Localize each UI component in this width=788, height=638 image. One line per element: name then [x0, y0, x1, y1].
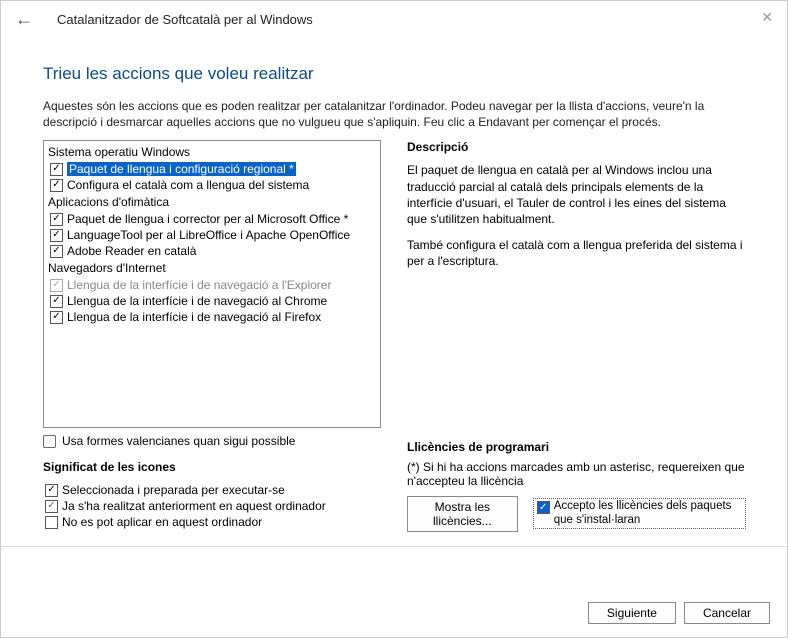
description-title: Descripció	[407, 140, 745, 154]
legend-item-done: Ja s'ha realitzat anteriorment en aquest…	[62, 499, 326, 513]
checkbox-icon[interactable]	[50, 311, 63, 324]
action-item-firefox[interactable]: Llengua de la interfície i de navegació …	[48, 309, 376, 325]
action-item-explorer: Llengua de la interfície i de navegació …	[48, 277, 376, 293]
checkbox-icon[interactable]	[43, 435, 56, 448]
action-item-adobe-reader[interactable]: Adobe Reader en català	[48, 243, 376, 259]
action-item-lang-pack[interactable]: Paquet de llengua i configuració regiona…	[48, 161, 376, 177]
action-item-config-catalan[interactable]: Configura el català com a llengua del si…	[48, 177, 376, 193]
checkbox-icon[interactable]	[50, 213, 63, 226]
description-text: El paquet de llengua en català per al Wi…	[407, 162, 745, 269]
legend-item-na: No es pot aplicar en aquest ordinador	[62, 515, 262, 529]
checkbox-icon	[45, 500, 58, 513]
action-item-languagetool[interactable]: LanguageTool per al LibreOffice i Apache…	[48, 227, 376, 243]
checkbox-icon[interactable]	[50, 295, 63, 308]
group-browsers-label: Navegadors d'Internet	[48, 259, 376, 277]
checkbox-icon	[45, 516, 58, 529]
legend-title: Significat de les icones	[43, 460, 381, 474]
cancel-button[interactable]: Cancelar	[684, 602, 770, 624]
back-button[interactable]: ←	[15, 9, 33, 30]
checkbox-icon[interactable]	[537, 501, 550, 514]
action-item-msoffice[interactable]: Paquet de llengua i corrector per al Mic…	[48, 211, 376, 227]
accept-licenses-checkbox[interactable]: Accepto les llicències dels paquets que …	[534, 499, 745, 527]
licenses-note: (*) Si hi ha accions marcades amb un ast…	[407, 460, 745, 488]
checkbox-icon	[50, 279, 63, 292]
licenses-title: Llicències de programari	[407, 440, 745, 454]
checkbox-icon	[45, 484, 58, 497]
separator	[1, 546, 787, 547]
window-title: Catalanitzador de Softcatalà per al Wind…	[57, 12, 313, 27]
actions-list[interactable]: Sistema operatiu Windows Paquet de lleng…	[43, 140, 381, 428]
checkbox-icon[interactable]	[50, 163, 63, 176]
legend-item-ready: Seleccionada i preparada per executar-se	[62, 483, 285, 497]
intro-text: Aquestes són les accions que es poden re…	[43, 98, 745, 130]
checkbox-icon[interactable]	[50, 245, 63, 258]
valencian-label: Usa formes valencianes quan sigui possib…	[62, 434, 295, 448]
page-heading: Trieu les accions que voleu realitzar	[43, 64, 745, 84]
checkbox-icon[interactable]	[50, 229, 63, 242]
action-item-chrome[interactable]: Llengua de la interfície i de navegació …	[48, 293, 376, 309]
group-office-label: Aplicacions d'ofimàtica	[48, 193, 376, 211]
next-button[interactable]: Siguiente	[588, 602, 676, 624]
close-icon[interactable]: ✕	[761, 9, 773, 26]
legend-box: Seleccionada i preparada per executar-se…	[43, 480, 381, 532]
valencian-forms-checkbox[interactable]: Usa formes valencianes quan sigui possib…	[43, 434, 381, 448]
show-licenses-button[interactable]: Mostra les llicències...	[407, 496, 518, 532]
group-os-label: Sistema operatiu Windows	[48, 143, 376, 161]
checkbox-icon[interactable]	[50, 179, 63, 192]
